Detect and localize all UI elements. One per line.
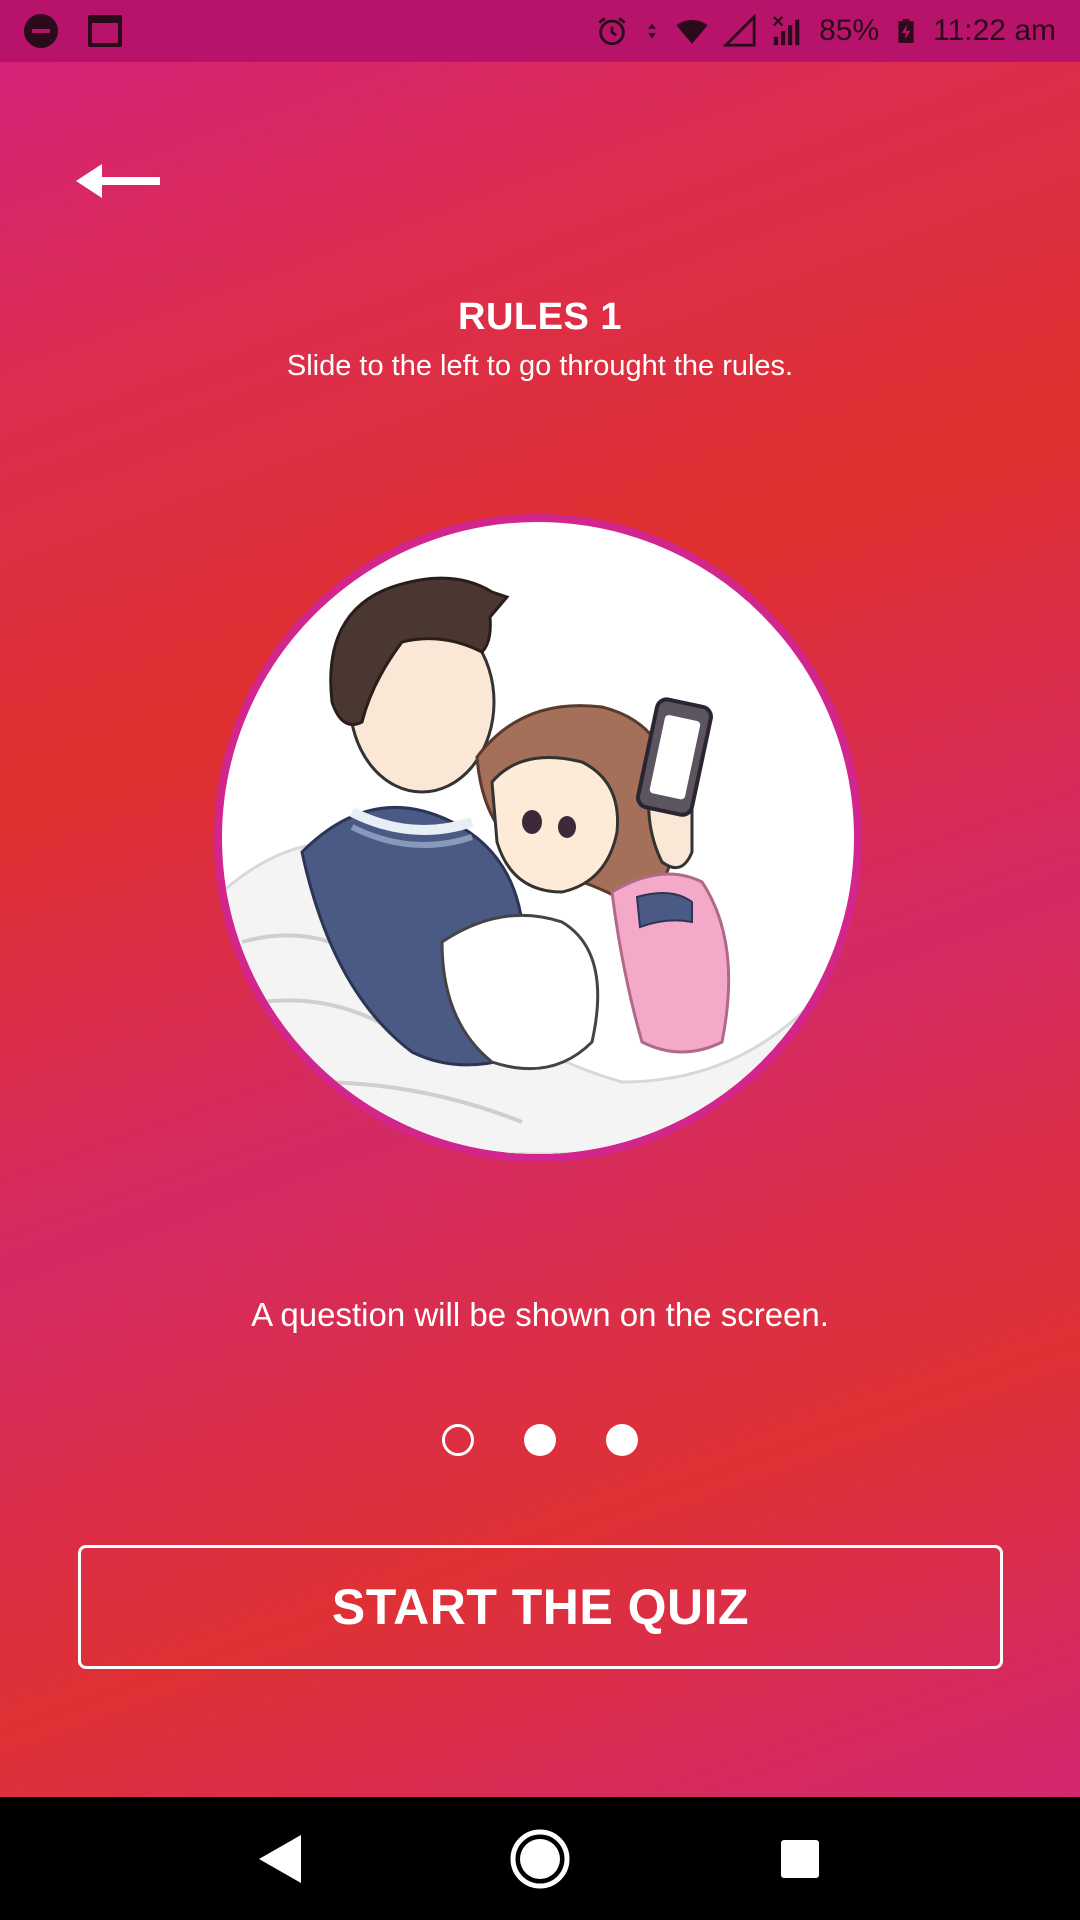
couple-illustration-art xyxy=(222,576,854,1154)
system-nav-bar xyxy=(0,1797,1080,1920)
alarm-icon xyxy=(598,17,626,46)
page-dot-3[interactable] xyxy=(606,1424,638,1456)
nav-home-button[interactable] xyxy=(505,1824,575,1894)
battery-charging-icon xyxy=(898,19,914,43)
arrow-left-icon xyxy=(76,164,160,198)
recents-square-icon xyxy=(781,1839,819,1878)
page-subtitle: Slide to the left to go throught the rul… xyxy=(286,350,794,382)
nav-recents-button[interactable] xyxy=(765,1824,835,1894)
page-title: RULES 1 xyxy=(458,296,622,338)
home-circle-icon xyxy=(510,1829,570,1888)
page-indicator xyxy=(0,1424,1080,1456)
no-signal-icon xyxy=(773,16,800,46)
status-time: 11:22 am xyxy=(933,14,1056,47)
back-button[interactable] xyxy=(76,156,162,206)
data-arrows-icon xyxy=(648,23,656,39)
do-not-disturb-icon xyxy=(24,14,58,48)
battery-percent: 85% xyxy=(819,14,880,47)
signal-icon xyxy=(723,14,756,47)
nav-back-button[interactable] xyxy=(245,1824,315,1894)
back-triangle-icon xyxy=(259,1834,301,1883)
rule-description: A question will be shown on the screen. xyxy=(251,1296,829,1333)
status-left xyxy=(24,14,122,48)
page-dot-1[interactable] xyxy=(442,1424,474,1456)
status-right: 85% 11:22 am xyxy=(595,14,1056,48)
couple-illustration xyxy=(214,514,862,1162)
start-quiz-button[interactable]: START THE QUIZ xyxy=(78,1545,1003,1669)
wifi-icon xyxy=(676,20,708,44)
calendar-icon xyxy=(88,15,122,47)
page-dot-2[interactable] xyxy=(524,1424,556,1456)
status-bar: 85% 11:22 am xyxy=(0,0,1080,62)
